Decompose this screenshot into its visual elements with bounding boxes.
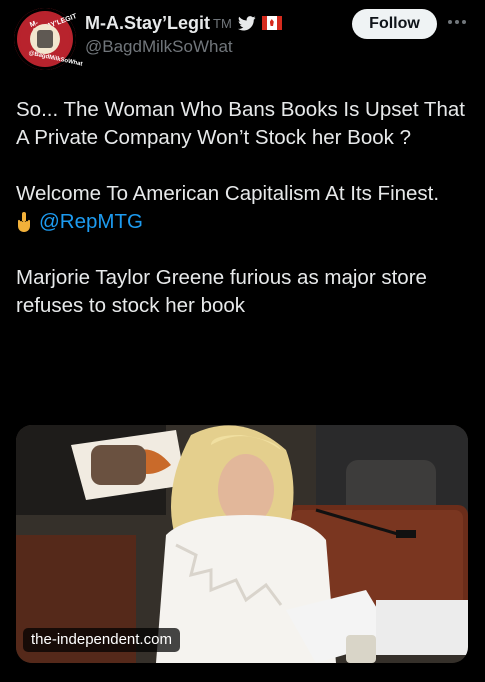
author-name-row: M-A.Stay’Legit TM bbox=[85, 11, 282, 35]
tweet-text: So... The Woman Who Bans Books Is Upset … bbox=[16, 96, 471, 320]
avatar[interactable]: M-A.STAY'LEGIT @BagdMilkSoWhat bbox=[14, 8, 83, 70]
follow-button[interactable]: Follow bbox=[352, 9, 437, 39]
link-card-headline[interactable]: Marjorie Taylor Greene furious as major … bbox=[16, 264, 471, 320]
tweet-line-2: Welcome To American Capitalism At Its Fi… bbox=[16, 182, 440, 205]
avatar-logo bbox=[30, 24, 60, 54]
author-handle[interactable]: @BagdMilkSoWhat bbox=[85, 37, 233, 57]
avatar-ring-text-bottom: @BagdMilkSoWhat bbox=[27, 50, 83, 68]
trademark-mark: TM bbox=[213, 15, 232, 31]
link-source-label: the-independent.com bbox=[23, 628, 180, 652]
tweet-line-1: So... The Woman Who Bans Books Is Upset … bbox=[16, 98, 465, 149]
canada-flag-icon bbox=[261, 16, 282, 30]
mention-link[interactable]: @RepMTG bbox=[39, 208, 143, 236]
mention-line: @RepMTG bbox=[16, 208, 471, 236]
more-options-icon[interactable] bbox=[448, 14, 470, 30]
display-name[interactable]: M-A.Stay’Legit bbox=[85, 13, 210, 34]
raised-hand-icon bbox=[16, 211, 32, 233]
bird-icon bbox=[237, 15, 256, 31]
